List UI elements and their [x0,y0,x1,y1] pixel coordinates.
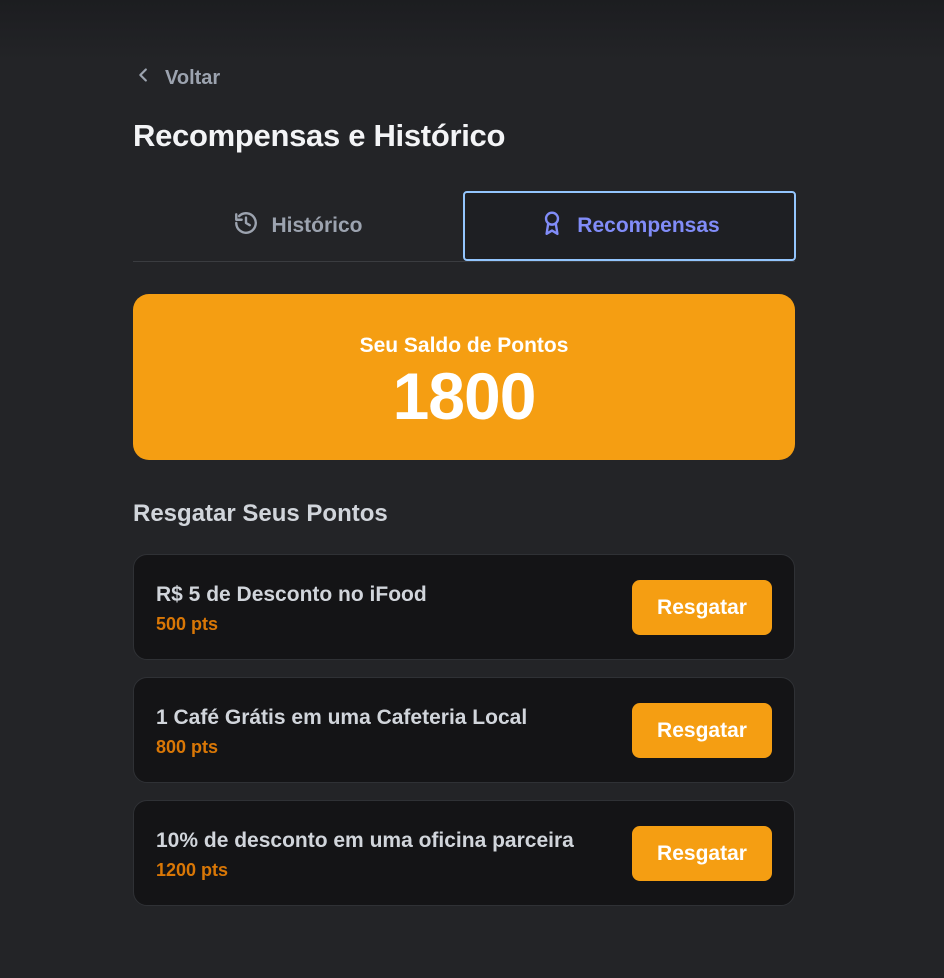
redeem-button[interactable]: Resgatar [632,580,772,635]
chevron-left-icon [133,64,155,92]
tab-historico[interactable]: Histórico [133,191,463,261]
tab-recompensas[interactable]: Recompensas [463,191,796,261]
history-icon [233,210,259,242]
reward-name: 1 Café Grátis em uma Cafeteria Local [156,706,528,729]
reward-cost: 1200 pts [156,860,229,880]
reward-item: R$ 5 de Desconto no iFood 500 pts Resgat… [133,554,795,660]
reward-name: 10% de desconto em uma oficina parceira [156,829,574,852]
back-button[interactable]: Voltar [133,64,220,92]
balance-value: 1800 [392,359,537,433]
balance-label: Seu Saldo de Pontos [359,334,569,357]
tab-recompensas-label: Recompensas [577,214,720,237]
redeem-button[interactable]: Resgatar [632,826,772,881]
tab-bar: Histórico Recompensas [133,191,796,262]
back-label: Voltar [165,66,221,89]
reward-name: R$ 5 de Desconto no iFood [156,583,427,606]
tab-historico-label: Histórico [271,214,363,237]
reward-cost: 800 pts [156,737,219,757]
award-icon [539,210,565,242]
reward-cost: 500 pts [156,614,219,634]
reward-item: 10% de desconto em uma oficina parceira … [133,800,795,906]
redeem-button[interactable]: Resgatar [632,703,772,758]
points-balance-card: Seu Saldo de Pontos 1800 [133,294,795,460]
page-title: Recompensas e Histórico [133,118,506,153]
reward-item: 1 Café Grátis em uma Cafeteria Local 800… [133,677,795,783]
redeem-section-title: Resgatar Seus Pontos [133,500,388,527]
